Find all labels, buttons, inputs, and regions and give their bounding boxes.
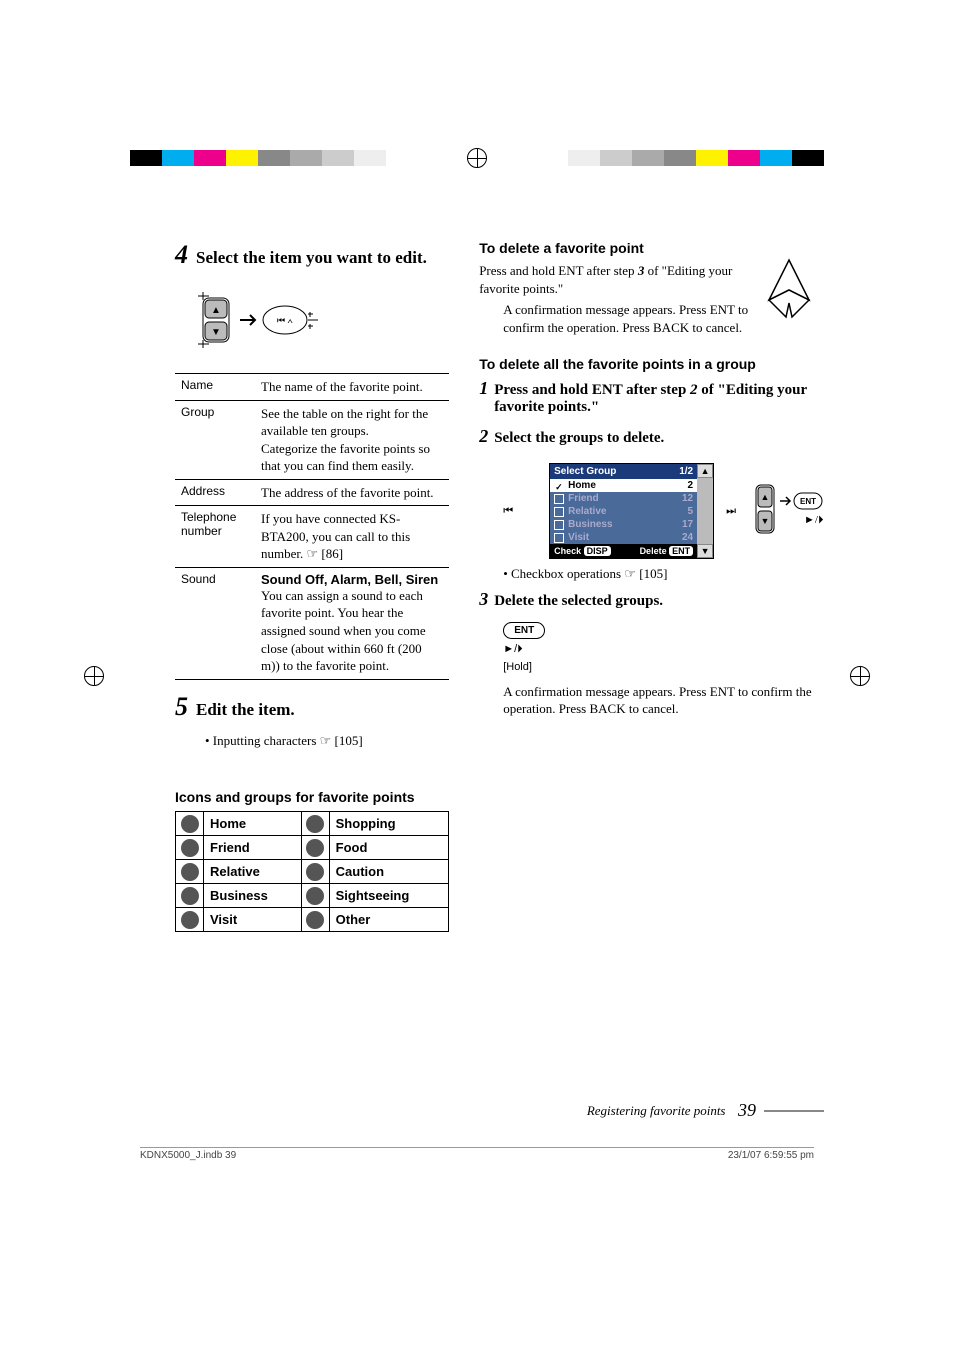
sightseeing-icon [306, 887, 324, 905]
home-icon [181, 815, 199, 833]
checkbox-icon [554, 507, 564, 517]
step-text: Delete the selected groups. [494, 593, 663, 610]
table-row: BusinessSightseeing [176, 884, 449, 908]
delete-group-heading: To delete all the favorite points in a g… [479, 356, 824, 372]
step-text: Select the groups to delete. [494, 430, 664, 447]
svg-text:▲: ▲ [761, 492, 770, 502]
delete-point-body: Press and hold ENT after step 3 of "Edit… [479, 262, 824, 297]
icon-grid: HomeShopping FriendFood RelativeCaution … [175, 811, 449, 932]
checkbox-icon [554, 533, 564, 543]
svg-text:▼: ▼ [211, 327, 221, 338]
step-number: 1 [479, 378, 488, 399]
group-step-2: 2 Select the groups to delete. [479, 426, 824, 447]
scroll-down-icon: ▼ [697, 544, 713, 558]
table-row: GroupSee the table on the right for the … [175, 400, 449, 479]
scroll-up-icon: ▲ [697, 464, 713, 478]
step-text: Select the item you want to edit. [196, 248, 427, 268]
step-number: 3 [479, 589, 488, 610]
screenshot-row: ⏮ Select Group1/2 Home2 Friend12 Relativ… [503, 457, 824, 565]
hold-label: [Hold] [503, 661, 532, 673]
step-5-bullet: • Inputting characters ☞ [105] [205, 732, 449, 750]
table-row: RelativeCaution [176, 860, 449, 884]
table-row: Telephone numberIf you have connected KS… [175, 506, 449, 568]
right-column: To delete a favorite point Press and hol… [479, 240, 824, 932]
definition-table: NameThe name of the favorite point. Grou… [175, 373, 449, 680]
footer-section: Registering favorite points [587, 1103, 726, 1119]
button-diagram-icon: ▲ ▼ ⏮ ∧ [195, 290, 325, 350]
left-column: 4 Select the item you want to edit. ▲ ▼ … [175, 240, 449, 932]
caution-icon [306, 863, 324, 881]
table-row: HomeShopping [176, 812, 449, 836]
hold-diagram: ENT ►/⏵ [Hold] [503, 620, 824, 675]
delete-point-confirm: A confirmation message appears. Press EN… [503, 301, 824, 336]
step-5: 5 Edit the item. [175, 692, 449, 722]
svg-text:ENT: ENT [800, 497, 816, 506]
skip-fwd-icon: ⏭ [726, 505, 736, 518]
step-text: Edit the item. [196, 700, 295, 720]
business-icon [181, 887, 199, 905]
other-icon [306, 911, 324, 929]
rocker-diagram: ▲ ▼ ENT ►/⏵ [754, 479, 824, 544]
friend-icon [181, 839, 199, 857]
print-file: KDNX5000_J.indb 39 [140, 1150, 236, 1161]
checkbox-icon [554, 520, 564, 530]
group-step-3-body: A confirmation message appears. Press EN… [503, 683, 824, 718]
skip-back-icon: ⏮ [503, 505, 513, 518]
select-group-screenshot: Select Group1/2 Home2 Friend12 Relative5… [549, 463, 714, 559]
group-step-1: 1 Press and hold ENT after step 2 of "Ed… [479, 378, 824, 416]
page-footer: Registering favorite points 39 [175, 1100, 824, 1121]
ent-button-icon: ENT [503, 622, 545, 639]
arrow-label: ►/⏵ [503, 643, 522, 655]
food-icon [306, 839, 324, 857]
crosshair-icon [467, 148, 487, 168]
table-row: VisitOther [176, 908, 449, 932]
group-step-3: 3 Delete the selected groups. [479, 589, 824, 610]
svg-text:►/⏵: ►/⏵ [804, 514, 824, 526]
step-number: 5 [175, 692, 188, 722]
step-number: 4 [175, 240, 188, 270]
checkbox-ops-note: • Checkbox operations ☞ [105] [503, 565, 824, 583]
checkbox-icon [554, 494, 564, 504]
svg-text:▲: ▲ [211, 305, 221, 316]
page-number: 39 [738, 1100, 756, 1121]
checkbox-icon [554, 481, 564, 491]
svg-text:⏮ ∧: ⏮ ∧ [277, 315, 293, 325]
table-row: NameThe name of the favorite point. [175, 374, 449, 401]
step-number: 2 [479, 426, 488, 447]
step-4: 4 Select the item you want to edit. [175, 240, 449, 270]
shopping-icon [306, 815, 324, 833]
crosshair-icon [850, 666, 870, 686]
crosshair-icon [84, 666, 104, 686]
visit-icon [181, 911, 199, 929]
relative-icon [181, 863, 199, 881]
icons-heading: Icons and groups for favorite points [175, 789, 449, 805]
step-text: Press and hold ENT after step 2 of "Edit… [494, 382, 824, 416]
svg-text:▼: ▼ [761, 516, 770, 526]
table-row: FriendFood [176, 836, 449, 860]
table-row: AddressThe address of the favorite point… [175, 479, 449, 506]
table-row: SoundSound Off, Alarm, Bell, SirenYou ca… [175, 567, 449, 679]
print-footer: KDNX5000_J.indb 39 23/1/07 6:59:55 pm [140, 1147, 814, 1161]
delete-point-heading: To delete a favorite point [479, 240, 824, 256]
print-date: 23/1/07 6:59:55 pm [728, 1150, 814, 1161]
